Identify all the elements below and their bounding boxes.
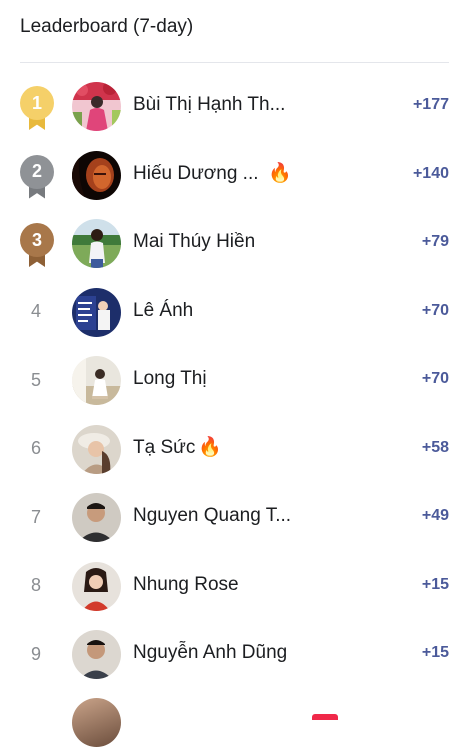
rank-number: 5: [30, 369, 41, 390]
rank-number: 9: [30, 643, 41, 664]
member-name[interactable]: Tạ Sức: [133, 437, 195, 459]
member-name[interactable]: Nguyen Quang T...: [133, 505, 291, 527]
fire-icon: 🔥: [198, 436, 222, 458]
member-name[interactable]: Nhung Rose: [133, 574, 239, 596]
score-value: +15: [421, 644, 449, 661]
rank-number: 8: [30, 575, 41, 595]
leaderboard-row[interactable]: 4 Lê Ánh +70: [0, 278, 469, 347]
avatar[interactable]: [72, 150, 121, 200]
leaderboard-row-partial[interactable]: [0, 692, 469, 747]
silver-medal-icon: 2: [20, 154, 54, 199]
score-value: +49: [421, 507, 449, 524]
avatar[interactable]: [72, 698, 121, 747]
rank-number: 6: [30, 438, 41, 458]
avatar[interactable]: [72, 424, 121, 474]
rank-number: 3: [20, 223, 54, 257]
leaderboard-row[interactable]: 5 Long Thị +70: [0, 346, 469, 415]
avatar[interactable]: [72, 356, 121, 405]
avatar[interactable]: [72, 493, 121, 542]
member-name[interactable]: Nguyễn Anh Dũng: [133, 642, 287, 664]
bronze-medal-icon: 3: [20, 223, 54, 267]
rank-number: 2: [20, 154, 54, 189]
avatar[interactable]: [72, 82, 121, 131]
score-value: +58: [421, 438, 449, 456]
notification-badge: [312, 714, 338, 720]
rank-number: 1: [20, 86, 54, 120]
score-value: +70: [421, 301, 449, 319]
avatar[interactable]: [72, 219, 121, 268]
leaderboard-row[interactable]: 8 Nhung Rose +15: [0, 552, 469, 621]
avatar[interactable]: [72, 630, 121, 679]
member-name[interactable]: Long Thị: [133, 368, 207, 390]
avatar[interactable]: [72, 287, 121, 337]
leaderboard-row[interactable]: 9 Nguyễn Anh Dũng +15: [0, 620, 469, 689]
leaderboard-title: Leaderboard (7-day): [20, 16, 194, 37]
leaderboard-list: 1 Bùi Thị Hạnh Th... +177 2 Hiếu Dương .…: [0, 72, 469, 689]
leaderboard-row[interactable]: 1 Bùi Thị Hạnh Th... +177: [0, 72, 469, 141]
gold-medal-icon: 1: [20, 86, 54, 130]
score-value: +177: [412, 96, 449, 113]
leaderboard-row[interactable]: 7 Nguyen Quang T... +49: [0, 483, 469, 552]
fire-icon: 🔥: [268, 162, 292, 184]
member-name[interactable]: Lê Ánh: [133, 300, 193, 322]
score-value: +15: [421, 575, 449, 593]
avatar[interactable]: [72, 561, 121, 611]
rank-number: 4: [30, 301, 41, 321]
score-value: +70: [421, 370, 449, 387]
score-value: +79: [421, 233, 449, 250]
member-name[interactable]: Mai Thúy Hiền: [133, 231, 255, 253]
score-value: +140: [412, 164, 449, 182]
divider: [20, 62, 449, 63]
member-name[interactable]: Bùi Thị Hạnh Th...: [133, 94, 285, 116]
leaderboard-row[interactable]: 3 Mai Thúy Hiền +79: [0, 209, 469, 278]
member-name[interactable]: Hiếu Dương ...: [133, 163, 259, 185]
rank-number: 7: [30, 506, 41, 527]
leaderboard-row[interactable]: 6 Tạ Sức 🔥 +58: [0, 415, 469, 484]
leaderboard-row[interactable]: 2 Hiếu Dương ... 🔥 +140: [0, 141, 469, 210]
